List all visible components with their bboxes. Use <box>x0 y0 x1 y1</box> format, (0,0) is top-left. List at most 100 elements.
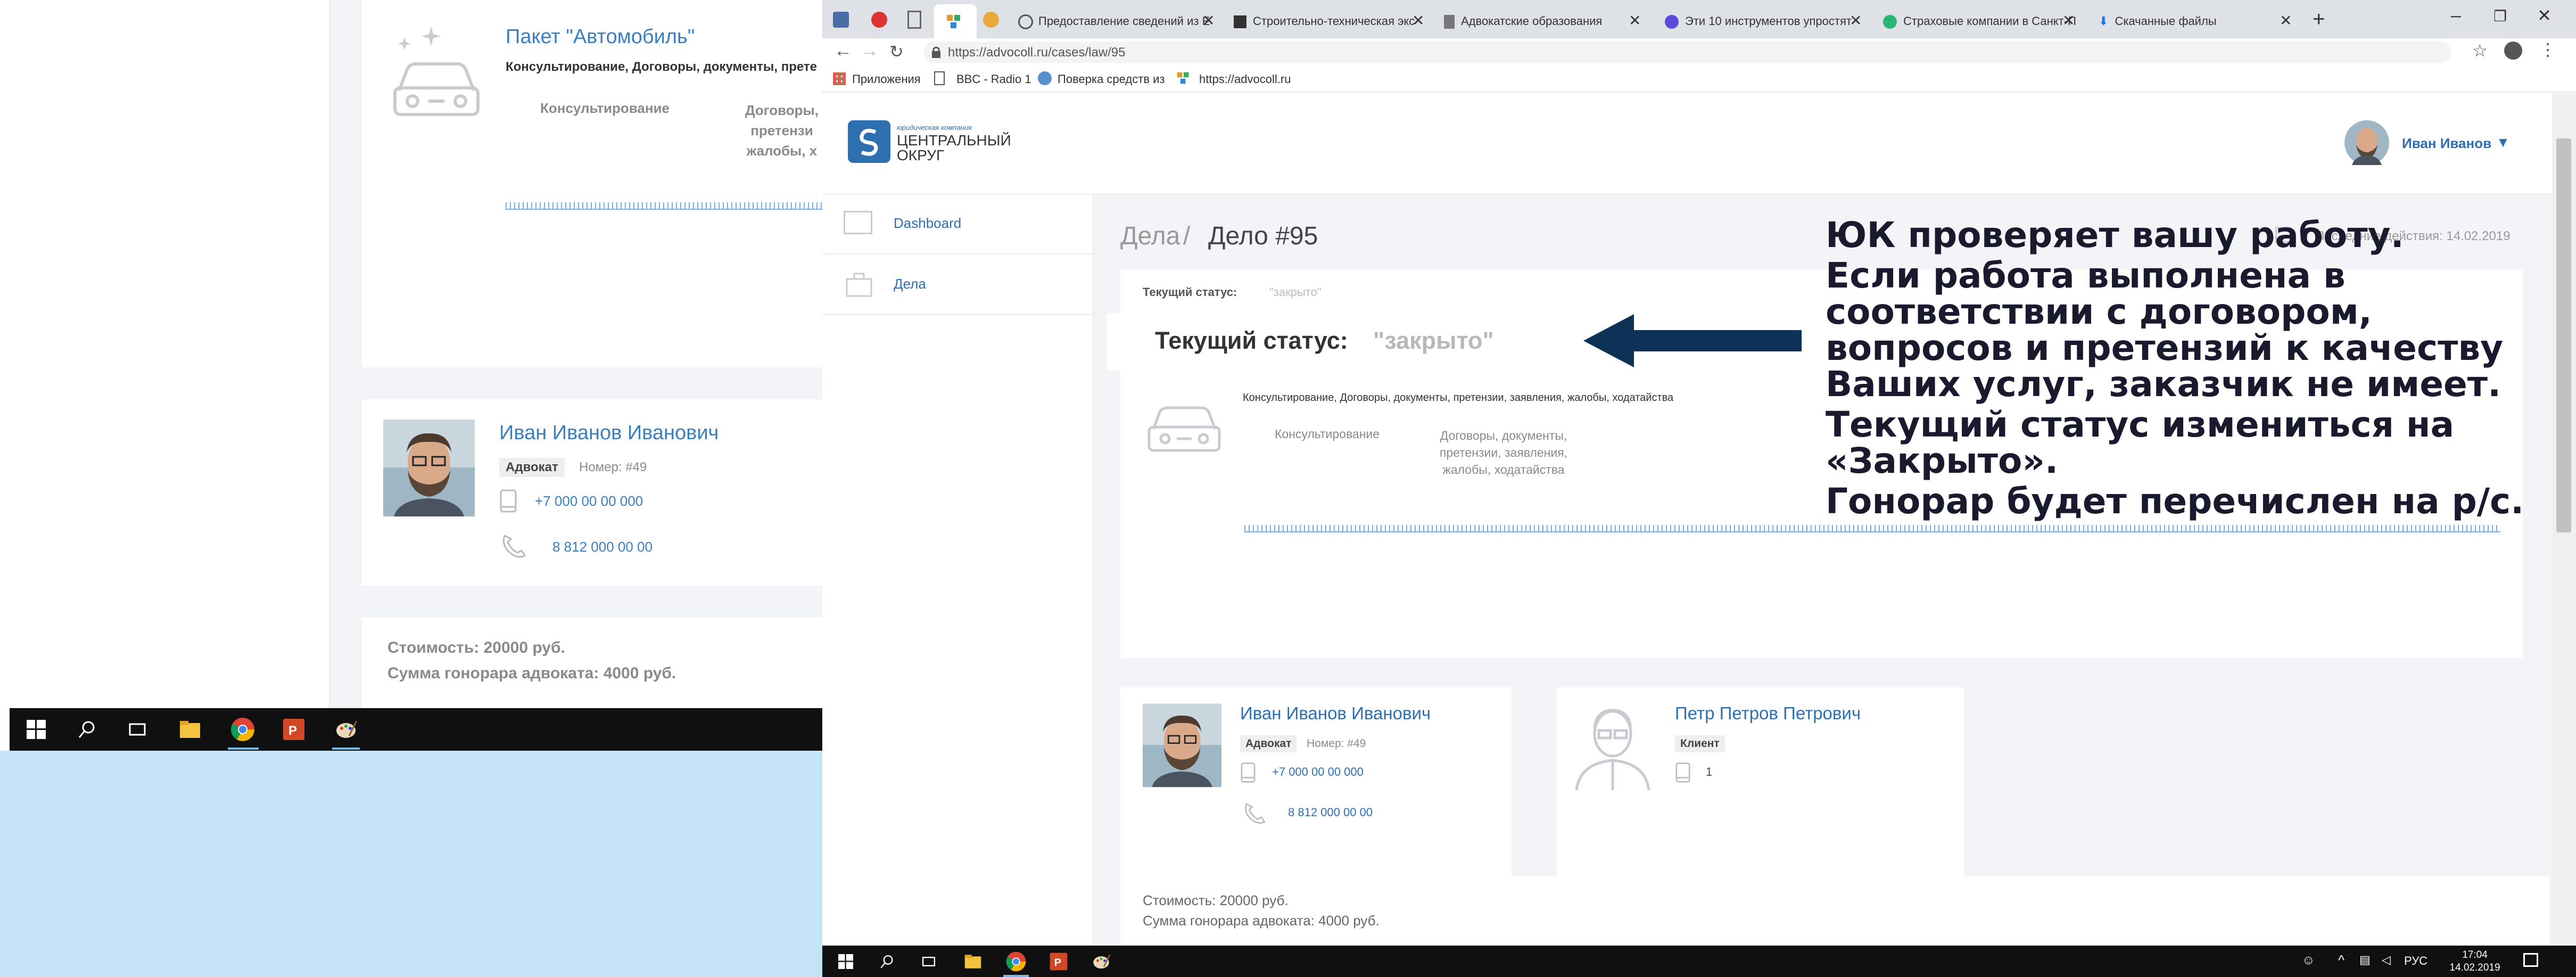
close-icon[interactable]: ✕ <box>1629 12 1641 29</box>
network-icon[interactable]: ▤ <box>2359 953 2371 967</box>
car-icon <box>393 27 480 116</box>
search-icon[interactable] <box>880 954 895 969</box>
minimize-icon[interactable]: – <box>2451 5 2461 26</box>
close-icon[interactable]: ✕ <box>1850 12 1862 29</box>
tab-label: Предоставление сведений из Е <box>1038 14 1210 28</box>
user-name[interactable]: Иван Иванов <box>2402 135 2491 152</box>
restore-icon[interactable]: ❐ <box>2494 7 2507 25</box>
bg-col1: Консультирование <box>540 100 670 116</box>
advocoll-favicon <box>1177 72 1189 84</box>
package-col1: Консультирование <box>1275 427 1380 441</box>
notifications-icon[interactable] <box>2523 953 2538 967</box>
close-icon[interactable]: ✕ <box>1412 12 1424 29</box>
package-col2-line: Договоры, документы, <box>1440 429 1567 442</box>
windows-start-icon[interactable] <box>27 720 46 739</box>
sidebar-item-label: Dashboard <box>894 215 962 231</box>
cost: Стоимость: 20000 руб. <box>1143 892 1289 908</box>
chevron-down-icon[interactable]: ▼ <box>2496 134 2510 151</box>
chrome-icon[interactable] <box>230 717 255 742</box>
breadcrumb-separator: / <box>1183 222 1191 250</box>
pinned-tab-icon[interactable] <box>871 12 887 28</box>
chrome-icon[interactable] <box>1005 951 1027 972</box>
company-logo[interactable] <box>848 120 890 163</box>
bookmark-item[interactable]: Поверка средств из <box>1058 72 1165 86</box>
close-icon[interactable]: ✕ <box>1202 12 1215 29</box>
tab[interactable]: Предоставление сведений из Е <box>1009 4 1221 38</box>
powerpoint-icon[interactable]: P <box>1049 952 1068 971</box>
apps-icon <box>833 72 846 85</box>
people-icon[interactable]: ☺ <box>2302 953 2315 968</box>
search-icon[interactable] <box>78 720 97 739</box>
breadcrumb-root[interactable]: Дела <box>1120 221 1180 251</box>
status-value: "закрыто" <box>1373 327 1494 354</box>
annotation-line: ЮК проверяет вашу работу. <box>1826 215 2404 256</box>
site-sidebar: Dashboard Дела <box>822 195 1094 946</box>
profile-icon[interactable] <box>2504 42 2522 60</box>
scrollbar-thumb[interactable] <box>2556 138 2571 532</box>
status-label: Текущий статус: <box>1155 327 1348 354</box>
bg-ruler <box>506 202 822 210</box>
windows-start-icon[interactable] <box>838 954 853 969</box>
back-icon[interactable]: ← <box>834 40 852 61</box>
paint-icon[interactable] <box>334 718 358 741</box>
bookmark-item[interactable]: BBC - Radio 1 <box>956 72 1031 86</box>
bg-col2-line: Договоры, <box>745 102 819 118</box>
task-view-icon[interactable] <box>128 720 147 739</box>
site-favicon <box>1665 15 1679 29</box>
tab[interactable]: Страховые компании в Санкт-П <box>1873 4 2086 38</box>
breadcrumb-current: Дело #95 <box>1208 222 1318 250</box>
reload-icon[interactable]: ↻ <box>889 42 904 62</box>
address-bar-row: ← → ↻ https://advocoll.ru/cases/law/95 ☆… <box>822 38 2576 66</box>
new-tab-icon[interactable]: + <box>2313 7 2325 31</box>
tab[interactable]: Строительно-техническая экс <box>1224 4 1437 38</box>
status-label-small: Текущий статус: <box>1143 285 1237 299</box>
bg-sidebar <box>0 0 330 708</box>
sidebar-item-dashboard[interactable]: Dashboard <box>822 195 1094 254</box>
annotation-line: Текущий статус измениться на <box>1826 404 2455 445</box>
tab[interactable]: Адвокатские образования <box>1434 4 1647 38</box>
file-explorer-icon[interactable] <box>179 719 201 740</box>
address-field[interactable]: https://advocoll.ru/cases/law/95 <box>923 42 2451 63</box>
bg-col2-line: претензи <box>750 122 813 138</box>
sidebar-item-cases[interactable]: Дела <box>822 256 1094 315</box>
lawyer-name[interactable]: Иван Иванов Иванович <box>1240 703 1431 724</box>
powerpoint-icon[interactable]: P <box>282 718 306 741</box>
globe-icon <box>1038 71 1052 85</box>
lawyer-phone2[interactable]: 8 812 000 00 00 <box>1288 806 1373 819</box>
keyboard-language[interactable]: РУС <box>2404 954 2428 968</box>
tab[interactable]: Эти 10 инструментов упростят <box>1655 4 1868 38</box>
bg-taskbar: P <box>10 708 822 751</box>
bg-phone1: +7 000 00 00 000 <box>535 493 643 509</box>
close-icon[interactable]: ✕ <box>2062 12 2075 29</box>
lawyer-phone1[interactable]: +7 000 00 00 000 <box>1272 765 1364 779</box>
close-icon[interactable]: ✕ <box>2280 12 2292 29</box>
document-tab-icon[interactable] <box>907 11 921 29</box>
close-window-icon[interactable]: ✕ <box>2537 5 2552 26</box>
client-name[interactable]: Петр Петров Петрович <box>1675 703 1861 724</box>
chevron-up-icon[interactable]: ^ <box>2338 952 2344 968</box>
user-avatar[interactable] <box>2344 120 2389 165</box>
bookmark-star-icon[interactable]: ☆ <box>2472 40 2488 61</box>
tray-time: 17:04 <box>2462 949 2488 960</box>
bookmark-item[interactable]: https://advocoll.ru <box>1199 72 1291 86</box>
fee: Сумма гонорара адвоката: 4000 руб. <box>1143 913 1380 929</box>
bg-cost-card: Стоимость: 20000 руб. Сумма гонорара адв… <box>362 618 822 708</box>
extension-tab-icon[interactable] <box>983 12 999 28</box>
tray-clock[interactable]: 17:04 14.02.2019 <box>2446 949 2504 974</box>
bg-fee: Сумма гонорара адвоката: 4000 руб. <box>387 664 676 682</box>
advocoll-favicon <box>947 15 960 28</box>
tab[interactable]: ⬇ Скачанные файлы <box>2089 4 2291 38</box>
bookmark-item[interactable]: Приложения <box>852 72 921 86</box>
volume-icon[interactable]: ◁ <box>2382 953 2391 967</box>
paint-icon[interactable] <box>1092 952 1111 971</box>
task-view-icon[interactable] <box>921 954 936 969</box>
tab-active[interactable] <box>934 4 977 38</box>
lawyer-card: Иван Иванов Иванович Адвокат Номер: #49 … <box>1120 687 1512 890</box>
pinned-tab-icon[interactable] <box>833 12 849 28</box>
tab-bar: Предоставление сведений из Е ✕ Строитель… <box>822 0 2576 38</box>
forward-icon[interactable]: → <box>861 40 879 61</box>
globe-icon <box>1018 14 1033 30</box>
menu-icon[interactable]: ⋮ <box>2539 39 2556 60</box>
browser-window: Предоставление сведений из Е ✕ Строитель… <box>822 0 2576 977</box>
file-explorer-icon[interactable] <box>964 953 982 970</box>
